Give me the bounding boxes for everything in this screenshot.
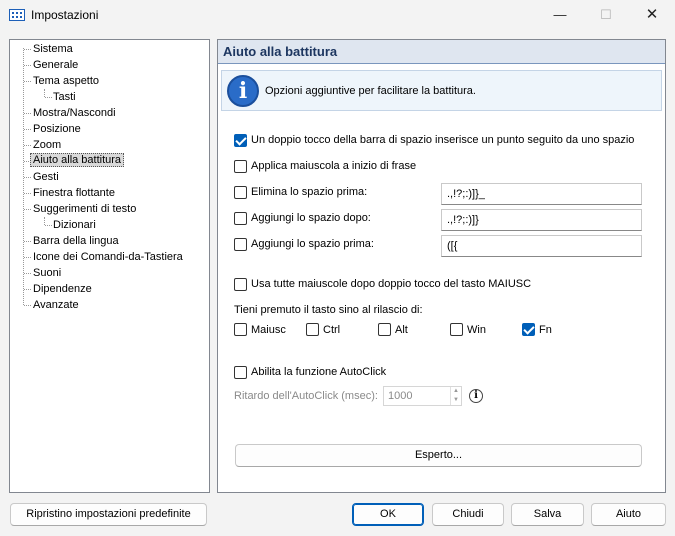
key-maiusc-checkbox[interactable] bbox=[234, 323, 247, 336]
autoclick-delay-label: Ritardo dell'AutoClick (msec): bbox=[234, 390, 378, 402]
minimize-button[interactable]: — bbox=[537, 0, 583, 31]
spin-down-icon[interactable]: ▼ bbox=[451, 396, 461, 405]
tree-branch bbox=[24, 305, 31, 306]
tree-branch bbox=[24, 289, 31, 290]
remove-space-before-checkbox[interactable] bbox=[234, 186, 247, 199]
autoclick-delay-spinner[interactable]: 1000 ▲ ▼ bbox=[383, 386, 462, 406]
panel-title: Aiuto alla battitura bbox=[223, 44, 338, 59]
reset-defaults-button[interactable]: Ripristino impostazioni predefinite bbox=[10, 503, 207, 526]
keyboard-icon bbox=[9, 9, 25, 21]
tree-item-avanzate[interactable]: Avanzate bbox=[31, 298, 81, 312]
tree-branch bbox=[24, 241, 31, 242]
key-alt-checkbox[interactable] bbox=[378, 323, 391, 336]
capitalize-label[interactable]: Applica maiuscola a inizio di frase bbox=[251, 160, 416, 173]
key-fn-checkbox[interactable] bbox=[522, 323, 535, 336]
spin-up-icon[interactable]: ▲ bbox=[451, 387, 461, 396]
tree-item-icone-comandi[interactable]: Icone dei Comandi-da-Tastiera bbox=[31, 250, 185, 264]
tree-item-dizionari[interactable]: Dizionari bbox=[51, 218, 98, 232]
tree-item-generale[interactable]: Generale bbox=[31, 58, 80, 72]
tree-branch bbox=[24, 113, 31, 114]
tree-branch bbox=[24, 273, 31, 274]
spin-arrows: ▲ ▼ bbox=[450, 387, 461, 405]
caps-lock-checkbox[interactable] bbox=[234, 278, 247, 291]
tree-connector bbox=[44, 89, 45, 97]
caps-lock-label[interactable]: Usa tutte maiuscole dopo doppio tocco de… bbox=[251, 278, 531, 291]
info-text: Opzioni aggiuntive per facilitare la bat… bbox=[265, 85, 476, 97]
tree-connector bbox=[44, 217, 45, 225]
key-alt-label[interactable]: Alt bbox=[395, 324, 408, 337]
close-button[interactable]: Chiudi bbox=[432, 503, 504, 526]
info-box: i Opzioni aggiuntive per facilitare la b… bbox=[221, 70, 662, 111]
tree-item-dipendenze[interactable]: Dipendenze bbox=[31, 282, 94, 296]
tree-branch bbox=[24, 257, 31, 258]
autoclick-delay-value: 1000 bbox=[388, 390, 413, 402]
add-space-before-label[interactable]: Aggiungi lo spazio prima: bbox=[251, 238, 374, 251]
tree-item-tema-aspetto[interactable]: Tema aspetto bbox=[31, 74, 101, 88]
key-fn-label[interactable]: Fn bbox=[539, 324, 552, 337]
panel-header: Aiuto alla battitura bbox=[218, 40, 665, 64]
expert-button[interactable]: Esperto... bbox=[235, 444, 642, 467]
info-icon: i bbox=[227, 75, 259, 107]
tree-item-gesti[interactable]: Gesti bbox=[31, 170, 61, 184]
autoclick-label[interactable]: Abilita la funzione AutoClick bbox=[251, 366, 386, 379]
add-space-before-checkbox[interactable] bbox=[234, 238, 247, 251]
tree-branch bbox=[24, 145, 31, 146]
tree-item-finestra-flottante[interactable]: Finestra flottante bbox=[31, 186, 117, 200]
tree-branch bbox=[24, 177, 31, 178]
close-window-button[interactable]: ✕ bbox=[629, 0, 675, 31]
tree-branch bbox=[24, 49, 31, 50]
settings-tree[interactable]: Sistema Generale Tema aspetto Tasti Most… bbox=[9, 39, 210, 493]
tree-item-barra-della-lingua[interactable]: Barra della lingua bbox=[31, 234, 121, 248]
add-space-after-checkbox[interactable] bbox=[234, 212, 247, 225]
tree-item-tasti[interactable]: Tasti bbox=[51, 90, 78, 104]
add-space-after-label[interactable]: Aggiungi lo spazio dopo: bbox=[251, 212, 371, 225]
key-win-label[interactable]: Win bbox=[467, 324, 486, 337]
key-maiusc-label[interactable]: Maiusc bbox=[251, 324, 286, 337]
tree-branch bbox=[24, 209, 31, 210]
tree-branch bbox=[24, 193, 31, 194]
remove-space-before-input[interactable]: .,!?;:)]}_ bbox=[441, 183, 642, 205]
hold-key-label: Tieni premuto il tasto sino al rilascio … bbox=[234, 304, 423, 316]
double-space-label[interactable]: Un doppio tocco della barra di spazio in… bbox=[251, 134, 634, 147]
key-ctrl-checkbox[interactable] bbox=[306, 323, 319, 336]
autoclick-info-icon[interactable]: i bbox=[469, 389, 483, 403]
capitalize-checkbox[interactable] bbox=[234, 160, 247, 173]
settings-panel: Aiuto alla battitura i Opzioni aggiuntiv… bbox=[217, 39, 666, 493]
remove-space-before-label[interactable]: Elimina lo spazio prima: bbox=[251, 186, 367, 199]
tree-item-aiuto-alla-battitura[interactable]: Aiuto alla battitura bbox=[30, 153, 125, 167]
ok-button[interactable]: OK bbox=[352, 503, 424, 526]
add-space-before-input[interactable]: ([{ bbox=[441, 235, 642, 257]
add-space-after-input[interactable]: .,!?;:)]} bbox=[441, 209, 642, 231]
double-space-checkbox[interactable] bbox=[234, 134, 247, 147]
autoclick-checkbox[interactable] bbox=[234, 366, 247, 379]
tree-item-zoom[interactable]: Zoom bbox=[31, 138, 63, 152]
tree-item-suggerimenti-di-testo[interactable]: Suggerimenti di testo bbox=[31, 202, 138, 216]
tree-branch bbox=[24, 81, 31, 82]
maximize-button[interactable]: ☐ bbox=[583, 0, 629, 31]
window-title: Impostazioni bbox=[31, 8, 99, 22]
save-button[interactable]: Salva bbox=[511, 503, 584, 526]
tree-branch bbox=[24, 65, 31, 66]
tree-item-mostra-nascondi[interactable]: Mostra/Nascondi bbox=[31, 106, 118, 120]
tree-branch bbox=[24, 129, 31, 130]
help-button[interactable]: Aiuto bbox=[591, 503, 666, 526]
tree-item-sistema[interactable]: Sistema bbox=[31, 42, 75, 56]
key-win-checkbox[interactable] bbox=[450, 323, 463, 336]
tree-item-suoni[interactable]: Suoni bbox=[31, 266, 63, 280]
key-ctrl-label[interactable]: Ctrl bbox=[323, 324, 340, 337]
title-bar: Impostazioni — ☐ ✕ bbox=[0, 0, 675, 31]
tree-item-posizione[interactable]: Posizione bbox=[31, 122, 83, 136]
